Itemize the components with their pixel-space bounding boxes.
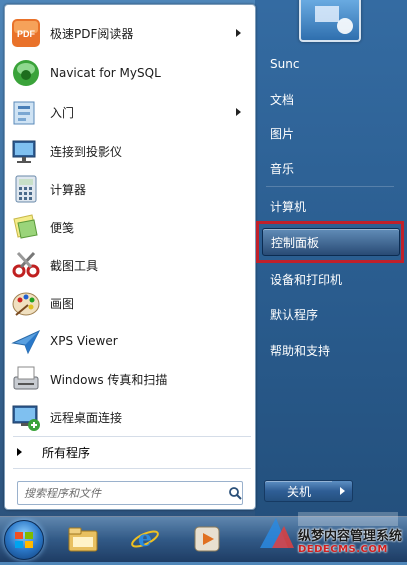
submenu-arrow-icon[interactable] <box>236 108 241 116</box>
snipping-tool-icon <box>10 249 42 281</box>
program-label: 便笺 <box>50 220 75 235</box>
shutdown-button[interactable]: 关机 <box>264 480 334 502</box>
program-label: 极速PDF阅读器 <box>50 26 134 41</box>
divider <box>13 468 251 469</box>
search-input[interactable] <box>22 485 216 501</box>
search-box[interactable] <box>17 481 243 505</box>
link-default-programs[interactable]: 默认程序 <box>262 300 400 328</box>
link-label: 设备和打印机 <box>270 272 343 287</box>
program-label: 入门 <box>50 105 75 120</box>
projector-icon <box>10 135 42 167</box>
link-user-folder[interactable]: Sunc <box>262 50 400 78</box>
all-programs-button[interactable]: 所有程序 <box>5 439 253 465</box>
paint-icon <box>10 287 42 319</box>
user-picture[interactable] <box>299 0 361 42</box>
sticky-notes-icon <box>10 211 42 243</box>
program-getting-started[interactable]: 入门 <box>5 94 253 130</box>
program-paint[interactable]: 画图 <box>5 285 253 321</box>
link-music[interactable]: 音乐 <box>262 154 400 182</box>
link-label: 帮助和支持 <box>270 343 331 358</box>
divider <box>13 436 251 437</box>
link-label: 默认程序 <box>270 307 319 322</box>
program-navicat[interactable]: Navicat for MySQL <box>5 55 253 91</box>
program-label: Windows 传真和扫描 <box>50 372 168 387</box>
fax-scan-icon <box>10 363 42 395</box>
program-label: 连接到投影仪 <box>50 144 123 159</box>
svg-text:PDF: PDF <box>17 29 36 39</box>
user-picture-icon <box>315 6 353 34</box>
program-sticky-notes[interactable]: 便笺 <box>5 209 253 245</box>
expand-arrow-icon <box>17 448 22 456</box>
link-label: 音乐 <box>270 161 295 176</box>
program-label: 画图 <box>50 296 75 311</box>
svg-text:e: e <box>138 526 152 552</box>
link-label: 计算机 <box>270 199 307 214</box>
program-label: 截图工具 <box>50 258 99 273</box>
program-projector[interactable]: 连接到投影仪 <box>5 133 253 169</box>
start-button[interactable] <box>4 520 44 560</box>
link-documents[interactable]: 文档 <box>262 85 400 113</box>
windows-logo-icon <box>15 532 33 548</box>
link-label: 文档 <box>270 92 295 107</box>
link-label: 图片 <box>270 126 295 141</box>
all-programs-label: 所有程序 <box>42 445 91 460</box>
program-pdf-reader[interactable]: PDF 极速PDF阅读器 <box>5 15 253 51</box>
program-remote-desktop[interactable]: 远程桌面连接 <box>5 399 253 435</box>
watermark-url: DEDECMS.COM <box>298 544 388 555</box>
chevron-right-icon <box>339 487 345 495</box>
file-explorer-icon[interactable] <box>66 523 100 555</box>
program-snipping-tool[interactable]: 截图工具 <box>5 247 253 283</box>
separator <box>266 186 394 187</box>
program-label: 远程桌面连接 <box>50 410 123 425</box>
remote-desktop-icon <box>10 401 42 433</box>
internet-explorer-icon[interactable]: e <box>128 523 162 555</box>
link-pictures[interactable]: 图片 <box>262 119 400 147</box>
submenu-arrow-icon[interactable] <box>236 29 241 37</box>
media-player-icon[interactable] <box>190 523 224 555</box>
program-fax-scan[interactable]: Windows 传真和扫描 <box>5 361 253 397</box>
highlight-annotation-box <box>256 221 404 263</box>
shutdown-label: 关机 <box>286 484 311 499</box>
program-label: 计算器 <box>50 182 87 197</box>
navicat-icon <box>10 57 42 89</box>
link-help-support[interactable]: 帮助和支持 <box>262 336 400 364</box>
pdf-reader-icon: PDF <box>10 17 42 49</box>
getting-started-icon <box>10 96 42 128</box>
program-xps-viewer[interactable]: XPS Viewer <box>5 323 253 359</box>
program-label: XPS Viewer <box>50 334 118 348</box>
search-icon[interactable] <box>228 486 242 500</box>
calculator-icon <box>10 173 42 205</box>
watermark-text: 纵梦内容管理系统 <box>298 529 403 544</box>
link-computer[interactable]: 计算机 <box>262 192 400 220</box>
shutdown-options-button[interactable] <box>332 480 353 502</box>
xps-viewer-icon <box>10 325 42 357</box>
link-label: Sunc <box>270 57 300 71</box>
programs-panel: PDF 极速PDF阅读器 Navicat for MySQL 入门 连接到投影仪… <box>4 4 256 510</box>
program-label: Navicat for MySQL <box>50 66 161 80</box>
link-devices-printers[interactable]: 设备和打印机 <box>262 265 400 293</box>
program-calculator[interactable]: 计算器 <box>5 171 253 207</box>
